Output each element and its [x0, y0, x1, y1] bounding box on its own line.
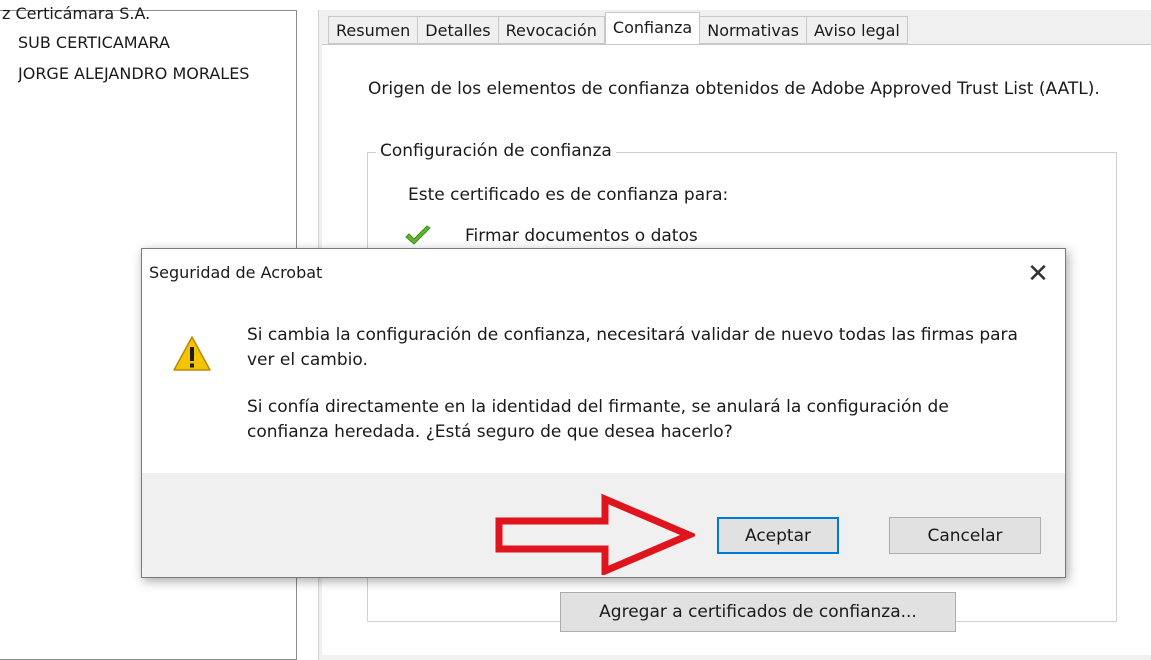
tab-legal-notice[interactable]: Aviso legal — [807, 16, 908, 44]
dialog-title: Seguridad de Acrobat — [149, 263, 323, 282]
trusted-for-label: Este certificado es de confianza para: — [408, 185, 729, 205]
accept-button[interactable]: Aceptar — [717, 517, 839, 554]
dialog-message-override: Si confía directamente en la identidad d… — [247, 397, 949, 442]
tab-details[interactable]: Detalles — [418, 16, 499, 44]
tab-revocation[interactable]: Revocación — [498, 16, 605, 44]
tree-item-signer[interactable]: JORGE ALEJANDRO MORALES — [18, 64, 296, 83]
add-to-trusted-certificates-button[interactable]: Agregar a certificados de confianza... — [560, 592, 956, 632]
dialog-message-revalidate: Si cambia la configuración de confianza,… — [247, 325, 1018, 370]
cancel-button[interactable]: Cancelar — [889, 517, 1041, 554]
tab-summary[interactable]: Resumen — [328, 16, 419, 44]
tab-bar: Resumen Detalles Revocación Confianza No… — [328, 12, 908, 44]
tree-item-sub-ca[interactable]: SUB CERTICAMARA — [18, 33, 170, 52]
trust-origin-text: Origen de los elementos de confianza obt… — [368, 79, 1100, 99]
red-arrow-annotation — [495, 493, 695, 575]
tab-trust[interactable]: Confianza — [604, 12, 701, 44]
sign-documents-item: Firmar documentos o datos — [465, 226, 698, 246]
warning-icon — [173, 336, 211, 371]
close-icon[interactable]: ✕ — [1021, 257, 1055, 291]
checkmark-icon — [405, 225, 431, 245]
trust-settings-group-title: Configuración de confianza — [376, 141, 616, 161]
tree-item-root-ca[interactable]: z Certicámara S.A. — [2, 4, 150, 23]
dialog-titlebar: Seguridad de Acrobat ✕ — [142, 249, 1065, 301]
dialog-body: Si cambia la configuración de confianza,… — [142, 301, 1065, 473]
tab-policies[interactable]: Normativas — [700, 16, 807, 44]
